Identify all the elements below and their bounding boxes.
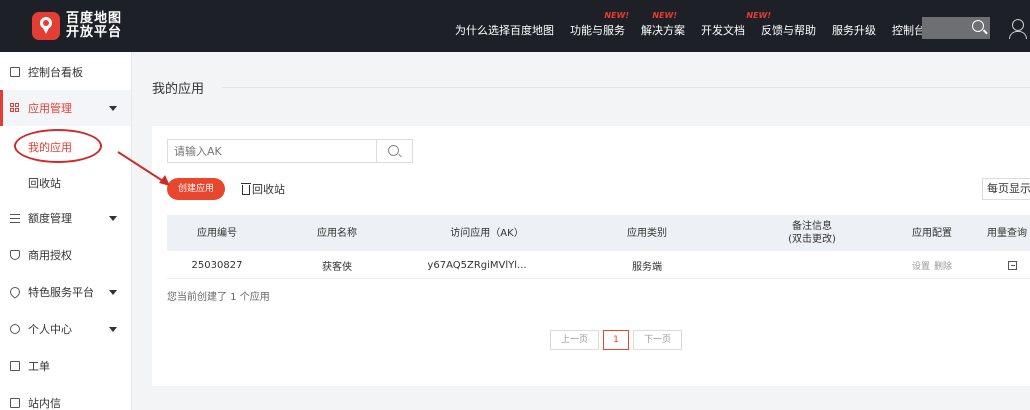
sidebar-item-label: 应用管理: [28, 102, 72, 115]
column-header: 应用配置: [912, 227, 952, 239]
app-ak-cell: y67AQ5ZRgiMVlYl...: [427, 259, 527, 271]
column-header: 应用类别: [627, 227, 667, 239]
sidebar-item-commercial-license[interactable]: 商用授权: [0, 237, 131, 273]
recycle-bin-link[interactable]: 回收站: [241, 181, 285, 197]
nav-why-baidu-map[interactable]: 为什么选择百度地图: [455, 22, 554, 38]
nav-features-services[interactable]: NEW! 功能与服务: [570, 11, 629, 38]
nav-service-upgrade[interactable]: 服务升级: [832, 22, 876, 38]
create-app-button[interactable]: 创建应用: [167, 178, 225, 200]
sidebar-item-label: 特色服务平台: [28, 286, 94, 299]
nav-label: 控制台: [892, 24, 925, 37]
new-badge: NEW!: [604, 11, 629, 20]
brand-name: 百度地图 开放平台: [66, 12, 126, 40]
app-category-cell: 服务端: [632, 261, 662, 273]
trash-icon: [241, 182, 251, 195]
column-header: 备注信息 (双击更改): [788, 221, 836, 245]
usage-query-cell: [1002, 251, 1022, 279]
table-header: 应用编号 应用名称 访问应用（AK） 应用类别 备注信息 (双击更改) 应用配置…: [167, 215, 1030, 251]
apps-card: 创建应用 回收站 每页显示 应用编号 应用名称 访问应用（AK） 应用类别 备注…: [152, 126, 1030, 386]
page-title: 我的应用: [152, 82, 205, 97]
title-divider: [222, 87, 1030, 88]
prev-page-button[interactable]: 上一页: [550, 330, 600, 350]
app-config-cell: 设置 删除: [892, 251, 972, 279]
main-content: 我的应用 创建应用 回收站 每页显示 应用编号 应用名称 访问应用（AK） 应用…: [132, 52, 1030, 410]
sidebar-item-label: 控制台看板: [28, 66, 83, 79]
top-navigation-bar: 百度地图 开放平台 为什么选择百度地图 NEW! 功能与服务 NEW! 解决方案…: [0, 0, 1030, 52]
mail-icon: [10, 398, 20, 408]
column-header: 用量查询: [987, 227, 1027, 239]
new-badge: NEW!: [652, 11, 677, 20]
sidebar-item-quota-management[interactable]: 额度管理: [0, 200, 131, 236]
user-icon[interactable]: [1009, 19, 1027, 39]
sidebar-item-featured-services[interactable]: 特色服务平台: [0, 274, 131, 310]
map-pin-logo-icon: [32, 12, 60, 40]
heart-icon: [7, 284, 23, 300]
column-header: 应用编号: [197, 227, 237, 239]
column-header: 访问应用（AK）: [450, 227, 524, 239]
page-number-current[interactable]: 1: [603, 330, 630, 350]
chevron-down-icon: [109, 106, 117, 111]
nav-label: 服务升级: [832, 24, 876, 37]
annotation-circle: [14, 129, 102, 163]
nav-label: 功能与服务: [570, 24, 625, 37]
chevron-down-icon: [109, 327, 117, 332]
nav-solutions[interactable]: NEW! 解决方案: [641, 11, 685, 38]
recycle-bin-label: 回收站: [252, 183, 285, 196]
sidebar-item-label: 个人中心: [28, 323, 72, 336]
usage-chart-icon[interactable]: [1007, 260, 1017, 270]
sliders-icon: [10, 213, 20, 224]
nav-label: 开发文档: [701, 24, 745, 37]
sidebar-item-app-management[interactable]: 应用管理: [0, 90, 131, 126]
search-icon: [388, 145, 399, 156]
next-page-button[interactable]: 下一页: [633, 330, 683, 350]
nav-console[interactable]: 控制台: [892, 22, 925, 38]
chevron-down-icon: [109, 216, 117, 221]
sidebar-sub-recycle-bin[interactable]: 回收站: [28, 175, 61, 191]
baidu-map-logo[interactable]: 百度地图 开放平台: [32, 12, 126, 40]
person-icon: [10, 324, 20, 334]
sidebar-item-label: 商用授权: [28, 249, 72, 262]
column-header: 应用名称: [317, 227, 357, 239]
sidebar-item-personal-center[interactable]: 个人中心: [0, 311, 131, 347]
nav-label: 为什么选择百度地图: [455, 24, 554, 37]
new-badge: NEW!: [746, 11, 771, 20]
sidebar-item-label: 站内信: [28, 397, 61, 410]
brand-line-1: 百度地图: [66, 11, 123, 26]
top-search-box[interactable]: [922, 17, 990, 39]
sidebar-item-work-order[interactable]: 工单: [0, 348, 131, 384]
table-row: 25030827 获客侠 y67AQ5ZRgiMVlYl... 服务端 设置 删…: [167, 251, 1030, 279]
sidebar: 控制台看板 应用管理 我的应用 回收站 额度管理 商用授权 特色服务平台 个人中…: [0, 52, 132, 410]
sidebar-item-messages[interactable]: 站内信: [0, 385, 131, 410]
nav-label: 解决方案: [641, 24, 685, 37]
nav-dev-docs[interactable]: NEW! 开发文档: [701, 11, 771, 38]
nav-label: 反馈与帮助: [761, 24, 816, 37]
app-note-cell[interactable]: [757, 251, 867, 279]
nav-feedback-help[interactable]: 反馈与帮助: [761, 22, 816, 38]
pagination: 上一页 1 下一页: [550, 330, 683, 350]
grid-icon: [10, 103, 20, 113]
per-page-select[interactable]: 每页显示: [982, 178, 1030, 200]
app-id-cell: 25030827: [191, 259, 243, 271]
chevron-down-icon: [109, 290, 117, 295]
sidebar-item-console-dashboard[interactable]: 控制台看板: [0, 54, 131, 90]
app-name-cell: 获客侠: [322, 261, 352, 273]
delete-link[interactable]: 删除: [934, 259, 952, 272]
ak-search-button[interactable]: [377, 139, 413, 163]
shield-icon: [10, 250, 20, 260]
settings-link[interactable]: 设置: [912, 259, 930, 272]
sidebar-item-label: 工单: [28, 360, 50, 373]
dashboard-icon: [10, 67, 20, 77]
main-nav: 为什么选择百度地图 NEW! 功能与服务 NEW! 解决方案 NEW! 开发文档…: [455, 11, 941, 38]
sidebar-item-label: 额度管理: [28, 212, 72, 225]
ak-search-input[interactable]: [167, 139, 377, 163]
app-count-text: 您当前创建了 1 个应用: [167, 292, 270, 303]
search-icon[interactable]: [972, 20, 984, 32]
document-icon: [10, 361, 20, 371]
brand-line-2: 开放平台: [66, 25, 123, 40]
